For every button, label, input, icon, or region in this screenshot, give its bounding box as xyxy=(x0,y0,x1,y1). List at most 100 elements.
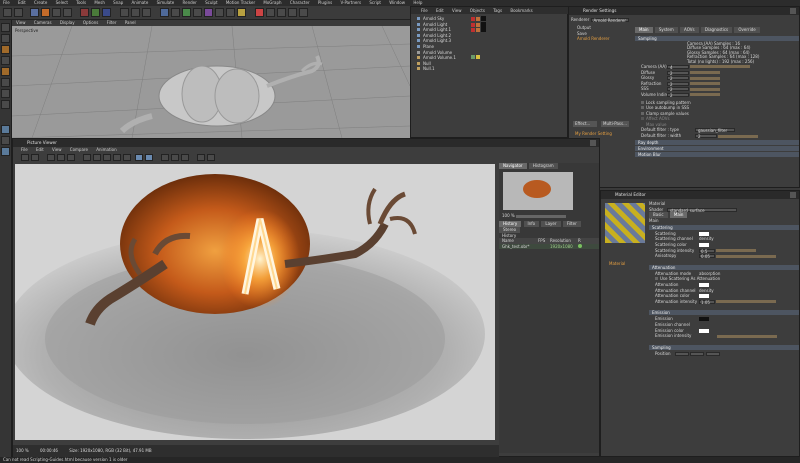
group-emission[interactable]: Emission xyxy=(649,310,799,316)
section-motion-blur[interactable]: Motion Blur xyxy=(635,151,799,157)
me-input[interactable]: 1.05 xyxy=(699,299,715,304)
scale-icon[interactable] xyxy=(52,8,61,17)
picture-viewer-close-icon[interactable] xyxy=(590,140,596,146)
grid-icon[interactable] xyxy=(1,147,10,156)
axis-z-icon[interactable] xyxy=(102,8,111,17)
pv-tool-icon[interactable] xyxy=(123,154,131,161)
material-preview[interactable] xyxy=(605,203,645,243)
lock-icon[interactable] xyxy=(1,136,10,145)
viewport-3d[interactable]: View Cameras Display Options Filter Pane… xyxy=(12,20,410,138)
arnold-light-icon[interactable] xyxy=(266,8,275,17)
rs-tab-diagnostics[interactable]: Diagnostics xyxy=(700,27,733,33)
tag-icon[interactable] xyxy=(471,55,475,60)
pv-tool-icon[interactable] xyxy=(161,154,169,161)
filter-width-input[interactable]: 2 xyxy=(695,134,717,139)
pv-tool-icon[interactable] xyxy=(83,154,91,161)
deformer-icon[interactable] xyxy=(204,8,213,17)
pv-tool-icon[interactable] xyxy=(113,154,121,161)
param-input[interactable]: 2 xyxy=(667,92,689,97)
arnold-volume-icon[interactable] xyxy=(288,8,297,17)
section-environment[interactable]: Environment xyxy=(635,145,799,151)
param-slider[interactable] xyxy=(690,93,721,97)
pv-tool-icon[interactable] xyxy=(181,154,189,161)
checkbox-icon[interactable] xyxy=(641,111,644,115)
tag-icon[interactable] xyxy=(476,55,480,60)
rs-tab-system[interactable]: System xyxy=(654,27,678,33)
om-menu-view[interactable]: View xyxy=(452,7,462,14)
param-slider[interactable] xyxy=(718,134,759,138)
pv-tool-icon[interactable] xyxy=(145,154,153,161)
render-view-icon[interactable] xyxy=(120,8,129,17)
array-icon[interactable] xyxy=(193,8,202,17)
pv-tool-icon[interactable] xyxy=(67,154,75,161)
param-slider[interactable] xyxy=(690,82,721,86)
param-input[interactable]: 2 xyxy=(667,70,689,75)
history-row[interactable]: Ghk_test.obr* 1920x1080 xyxy=(499,243,599,250)
arnold-icon[interactable] xyxy=(255,8,264,17)
arnold-sky-icon[interactable] xyxy=(277,8,286,17)
me-input[interactable] xyxy=(675,351,689,356)
group-attenuation[interactable]: Attenuation xyxy=(649,264,799,270)
tag-icon[interactable] xyxy=(471,17,475,21)
polygons-mode-icon[interactable] xyxy=(1,67,10,76)
undo-icon[interactable] xyxy=(3,8,12,17)
checkbox-icon[interactable] xyxy=(641,100,644,104)
me-input[interactable]: 0.5 xyxy=(699,248,715,253)
rs-tab-aovs[interactable]: AOVs xyxy=(680,27,699,33)
scene-icon[interactable] xyxy=(215,8,224,17)
object-row[interactable]: Null.1 xyxy=(417,66,517,72)
tab-navigator[interactable]: Navigator xyxy=(499,163,527,169)
color-swatch[interactable] xyxy=(699,231,709,236)
pv-tool-icon[interactable] xyxy=(21,154,29,161)
pv-tool-icon[interactable] xyxy=(103,154,111,161)
points-mode-icon[interactable] xyxy=(1,45,10,54)
checkbox-icon[interactable] xyxy=(641,106,644,110)
material-tag-icon[interactable] xyxy=(481,16,486,21)
rs-item-arnold[interactable]: Arnold Renderer xyxy=(571,36,631,42)
param-input[interactable]: 2 xyxy=(667,81,689,86)
move-icon[interactable] xyxy=(41,8,50,17)
filter-type-select[interactable]: gaussian_filter xyxy=(695,128,735,133)
color-swatch[interactable] xyxy=(699,328,709,333)
me-input[interactable]: 0.05 xyxy=(699,254,715,259)
snap-icon[interactable] xyxy=(1,100,10,109)
material-editor-close-icon[interactable] xyxy=(790,192,796,198)
om-menu-file[interactable]: File xyxy=(421,7,428,14)
pv-tool-icon[interactable] xyxy=(171,154,179,161)
param-slider[interactable] xyxy=(690,65,751,69)
cube-icon[interactable] xyxy=(160,8,169,17)
me-slider[interactable] xyxy=(716,249,757,253)
param-slider[interactable] xyxy=(690,71,721,75)
pv-tool-icon[interactable] xyxy=(31,154,39,161)
tab-info[interactable]: Info xyxy=(523,220,540,227)
param-slider[interactable] xyxy=(690,87,721,91)
camera-icon[interactable] xyxy=(226,8,235,17)
workplane-icon[interactable] xyxy=(1,125,10,134)
pv-tool-icon[interactable] xyxy=(57,154,65,161)
checkbox-icon[interactable] xyxy=(641,117,644,121)
renderer-select[interactable]: Arnold Renderer xyxy=(590,18,629,23)
shader-select[interactable]: standard_surface xyxy=(667,207,737,212)
render-settings-icon[interactable] xyxy=(142,8,151,17)
multipass-button[interactable]: Multi-Pass... xyxy=(601,121,629,127)
texture-mode-icon[interactable] xyxy=(1,34,10,43)
me-slider[interactable] xyxy=(716,254,777,258)
tag-icon[interactable] xyxy=(476,22,480,27)
me-slider[interactable] xyxy=(716,300,777,304)
redo-icon[interactable] xyxy=(14,8,23,17)
render-picture-viewer-icon[interactable] xyxy=(131,8,140,17)
om-menu-tags[interactable]: Tags xyxy=(493,7,502,14)
select-icon[interactable] xyxy=(30,8,39,17)
tab-histogram[interactable]: Histogram xyxy=(528,163,558,169)
tag-icon[interactable] xyxy=(476,17,480,21)
param-input[interactable]: 4 xyxy=(667,64,689,69)
color-swatch[interactable] xyxy=(699,294,709,299)
rs-tab-main[interactable]: Main xyxy=(635,27,653,33)
material-tag-icon[interactable] xyxy=(481,27,486,33)
tab-filter[interactable]: Filter xyxy=(562,220,581,227)
pv-tool-icon[interactable] xyxy=(197,154,205,161)
axis-mode-icon[interactable] xyxy=(1,78,10,87)
ipr-icon[interactable] xyxy=(299,8,308,17)
checkbox-icon[interactable] xyxy=(655,277,658,281)
param-input[interactable]: 2 xyxy=(667,76,689,81)
